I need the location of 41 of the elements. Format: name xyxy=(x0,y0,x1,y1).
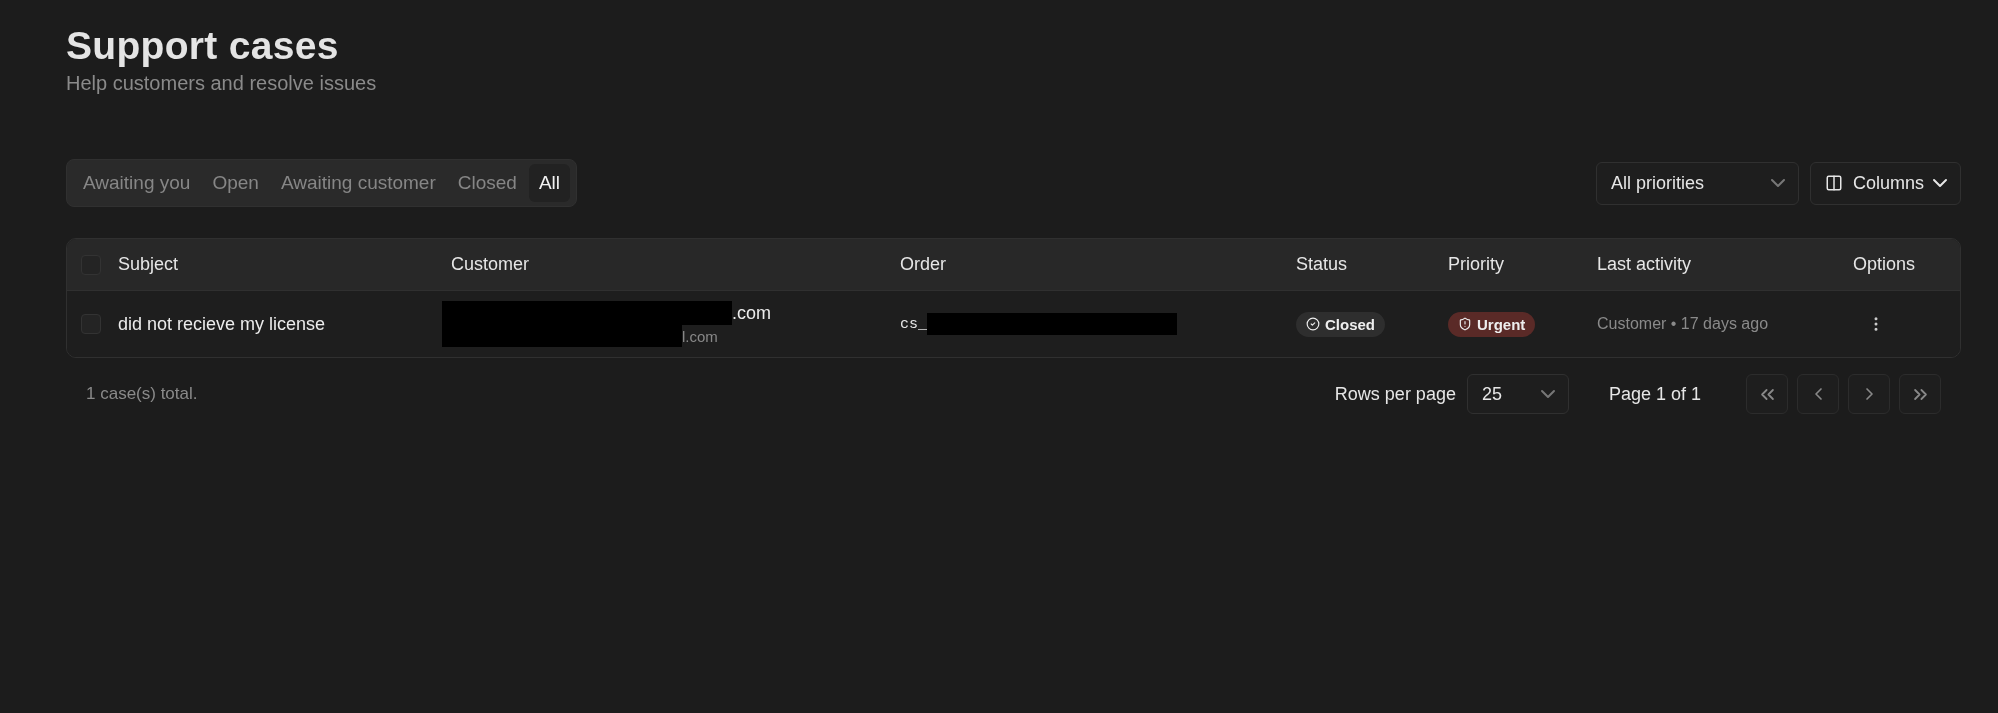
status-badge: Closed xyxy=(1296,311,1385,337)
next-page-button[interactable] xyxy=(1848,374,1890,414)
rows-per-page-select[interactable]: 25 xyxy=(1466,374,1569,414)
customer-name: .com xyxy=(732,302,771,324)
first-page-button[interactable] xyxy=(1746,374,1788,414)
chevron-down-icon xyxy=(1541,391,1554,397)
column-header: Priority xyxy=(1448,254,1505,275)
chevron-down-icon xyxy=(1934,180,1946,186)
status-tab[interactable]: Awaiting customer xyxy=(270,164,446,202)
page-subtitle: Help customers and resolve issues xyxy=(66,72,378,95)
status-tab[interactable]: All xyxy=(528,164,571,202)
check-circle-icon xyxy=(1306,317,1320,331)
columns-button[interactable]: Columns xyxy=(1809,161,1961,205)
status-tab[interactable]: Open xyxy=(202,164,269,202)
column-header: Subject xyxy=(118,254,180,275)
rows-per-page-label: Rows per page xyxy=(1334,383,1456,405)
column-header: Last activity xyxy=(1597,254,1693,275)
chevron-right-icon xyxy=(1866,389,1872,399)
priority-select[interactable]: All priorities xyxy=(1595,161,1799,205)
chevron-left-icon xyxy=(1815,389,1821,399)
subject-cell-text: did not recieve my license xyxy=(118,313,327,335)
order-id: cs_ xyxy=(900,315,927,333)
page-title: Support cases xyxy=(66,24,340,68)
columns-icon xyxy=(1824,174,1843,192)
status-tab[interactable]: Closed xyxy=(447,164,527,202)
shield-icon xyxy=(1458,317,1472,331)
chevron-down-icon xyxy=(1771,180,1784,186)
column-header: Status xyxy=(1296,254,1349,275)
double-chevron-left-icon xyxy=(1761,389,1773,399)
last-page-button[interactable] xyxy=(1899,374,1941,414)
double-chevron-right-icon xyxy=(1914,389,1926,399)
page-indicator: Page 1 of 1 xyxy=(1608,383,1701,405)
column-header: Order xyxy=(900,254,947,275)
customer-email: l.com xyxy=(682,327,718,345)
case-total: 1 case(s) total. xyxy=(86,384,198,404)
status-tab[interactable]: Awaiting you xyxy=(73,164,201,202)
previous-page-button[interactable] xyxy=(1797,374,1839,414)
column-header: Options xyxy=(1853,254,1917,275)
column-header: Customer xyxy=(451,254,531,275)
last-activity: Customer • 17 days ago xyxy=(1597,315,1770,333)
priority-badge: Urgent xyxy=(1448,311,1536,337)
